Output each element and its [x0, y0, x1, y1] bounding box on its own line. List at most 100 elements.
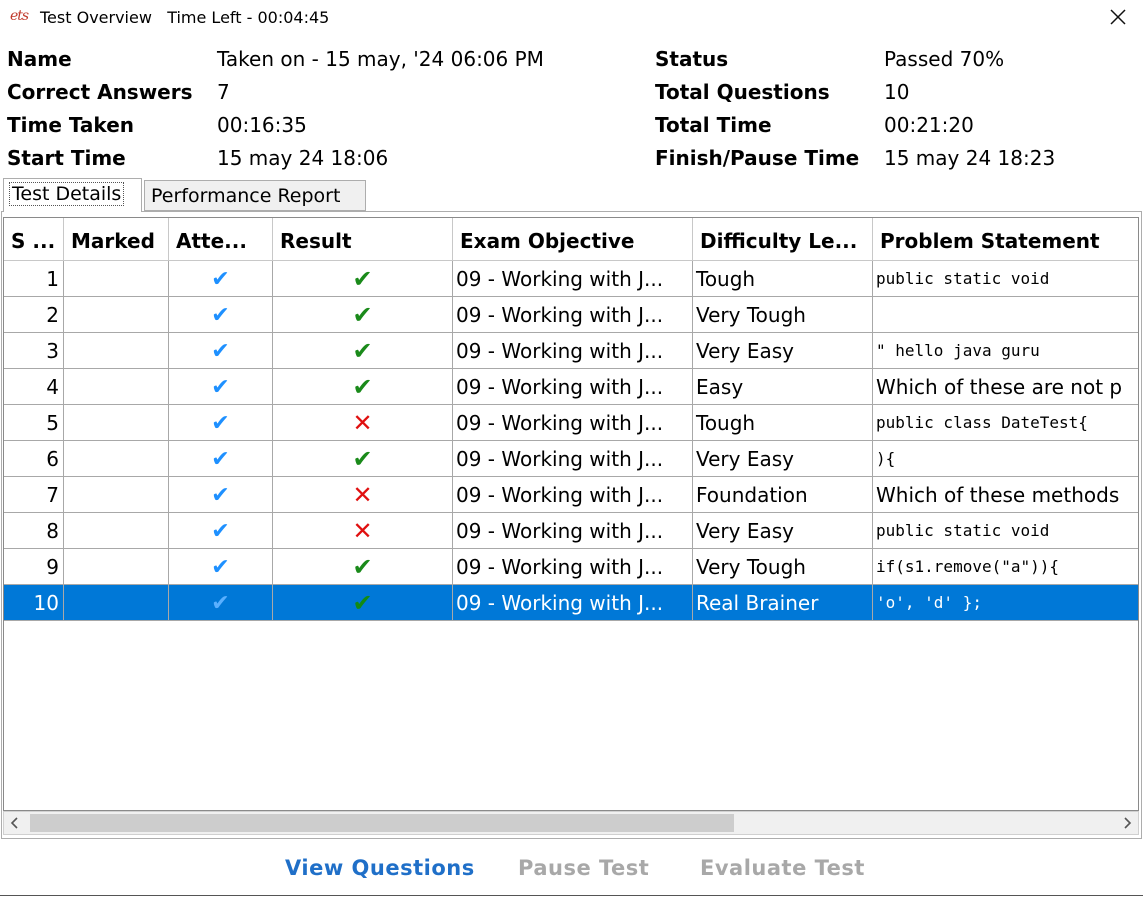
- tab-test-details[interactable]: Test Details: [3, 178, 142, 212]
- chevron-right-icon: [1124, 817, 1132, 829]
- cell-difficulty: Very Easy: [693, 333, 873, 369]
- green-check-icon: ✔: [352, 373, 373, 401]
- table-row[interactable]: 3 ✔ ✔ 09 - Working with J... Very Easy " hell…: [4, 333, 1138, 369]
- table-header: S ... Marked Atte... Result Exam Objecti…: [4, 218, 1138, 261]
- table-row[interactable]: 7 ✔ ✕ 09 - Working with J... Foundation Which…: [4, 477, 1138, 513]
- cell-marked: [64, 333, 169, 369]
- cell-attempted: ✔: [169, 261, 273, 297]
- cell-problem: [873, 297, 1138, 333]
- name-label: Name: [7, 47, 72, 71]
- tab-test-details-label: Test Details: [8, 182, 125, 206]
- horizontal-scrollbar[interactable]: [3, 811, 1139, 835]
- window-bottom-edge: [0, 895, 1143, 896]
- cell-difficulty: Very Tough: [693, 549, 873, 585]
- cell-problem: if(s1.remove("a")){: [873, 549, 1138, 585]
- table-row[interactable]: 8 ✔ ✕ 09 - Working with J... Very Easy publi…: [4, 513, 1138, 549]
- green-check-icon: ✔: [352, 301, 373, 329]
- table-row[interactable]: 6 ✔ ✔ 09 - Working with J... Very Easy){: [4, 441, 1138, 477]
- cell-difficulty: Tough: [693, 405, 873, 441]
- cell-objective: 09 - Working with J...: [453, 513, 693, 549]
- cell-objective: 09 - Working with J...: [453, 441, 693, 477]
- cell-difficulty: Real Brainer: [693, 585, 873, 621]
- cell-marked: [64, 297, 169, 333]
- cell-marked: [64, 549, 169, 585]
- cell-marked: [64, 261, 169, 297]
- red-cross-icon: ✕: [352, 517, 373, 545]
- cell-result: ✔: [273, 369, 453, 405]
- green-check-icon: ✔: [352, 445, 373, 473]
- cell-difficulty: Foundation: [693, 477, 873, 513]
- evaluate-test-button[interactable]: Evaluate Test: [700, 856, 865, 880]
- table-row[interactable]: 1 ✔ ✔ 09 - Working with J... Tough public sta…: [4, 261, 1138, 297]
- pause-test-button[interactable]: Pause Test: [518, 856, 649, 880]
- cell-problem: public class DateTest{: [873, 405, 1138, 441]
- close-icon: [1110, 9, 1126, 25]
- scroll-left-button[interactable]: [4, 812, 26, 834]
- cell-result: ✔: [273, 333, 453, 369]
- cell-attempted: ✔: [169, 333, 273, 369]
- cell-result: ✔: [273, 441, 453, 477]
- column-header-marked[interactable]: Marked: [64, 218, 169, 261]
- start-time-value: 15 may 24 18:06: [217, 146, 389, 170]
- table-row[interactable]: 5 ✔ ✕ 09 - Working with J... Tough public cla…: [4, 405, 1138, 441]
- time-left: Time Left - 00:04:45: [167, 8, 330, 27]
- cell-problem: public static void: [873, 261, 1138, 297]
- cell-marked: [64, 441, 169, 477]
- title-bar: ets Test Overview Time Left - 00:04:45: [0, 0, 1143, 38]
- cell-objective: 09 - Working with J...: [453, 477, 693, 513]
- app-logo: ets: [10, 8, 29, 24]
- cell-attempted: ✔: [169, 477, 273, 513]
- window-title-label: Test Overview: [40, 8, 152, 27]
- cell-objective: 09 - Working with J...: [453, 369, 693, 405]
- time-taken-label: Time Taken: [7, 113, 134, 137]
- cell-problem: Which of these are not p: [873, 369, 1138, 405]
- cell-serial: 6: [4, 441, 64, 477]
- status-label: Status: [655, 47, 729, 71]
- checkmark-icon: ✔: [211, 267, 230, 292]
- correct-answers-label: Correct Answers: [7, 80, 193, 104]
- checkmark-icon: ✔: [211, 555, 230, 580]
- cell-difficulty: Tough: [693, 261, 873, 297]
- cell-marked: [64, 477, 169, 513]
- cell-result: ✔: [273, 297, 453, 333]
- cell-result: ✔: [273, 549, 453, 585]
- red-cross-icon: ✕: [352, 409, 373, 437]
- cell-objective: 09 - Working with J...: [453, 585, 693, 621]
- checkmark-icon: ✔: [211, 303, 230, 328]
- cell-objective: 09 - Working with J...: [453, 261, 693, 297]
- checkmark-icon: ✔: [211, 591, 230, 616]
- cell-serial: 8: [4, 513, 64, 549]
- tab-performance-report-label: Performance Report: [151, 185, 341, 207]
- cell-problem: " hello java guru: [873, 333, 1138, 369]
- results-table: S ... Marked Atte... Result Exam Objecti…: [3, 217, 1139, 811]
- tab-performance-report[interactable]: Performance Report: [144, 180, 366, 211]
- column-header-attempted[interactable]: Atte...: [169, 218, 273, 261]
- cell-serial: 1: [4, 261, 64, 297]
- scroll-thumb[interactable]: [30, 814, 734, 832]
- cell-attempted: ✔: [169, 369, 273, 405]
- table-row[interactable]: 9 ✔ ✔ 09 - Working with J... Very Tough if(s1…: [4, 549, 1138, 585]
- view-questions-button[interactable]: View Questions: [285, 856, 475, 880]
- cell-marked: [64, 405, 169, 441]
- cell-serial: 3: [4, 333, 64, 369]
- cell-problem: Which of these methods: [873, 477, 1138, 513]
- green-check-icon: ✔: [352, 589, 373, 617]
- checkmark-icon: ✔: [211, 483, 230, 508]
- column-header-result[interactable]: Result: [273, 218, 453, 261]
- column-header-difficulty[interactable]: Difficulty Le...: [693, 218, 873, 261]
- cell-attempted: ✔: [169, 297, 273, 333]
- red-cross-icon: ✕: [352, 481, 373, 509]
- table-row[interactable]: 2 ✔ ✔ 09 - Working with J... Very Tough: [4, 297, 1138, 333]
- checkmark-icon: ✔: [211, 519, 230, 544]
- cell-objective: 09 - Working with J...: [453, 297, 693, 333]
- window-title: Test Overview Time Left - 00:04:45: [40, 8, 329, 27]
- cell-problem: 'o', 'd' };: [873, 585, 1138, 621]
- scroll-right-button[interactable]: [1116, 812, 1138, 834]
- column-header-objective[interactable]: Exam Objective: [453, 218, 693, 261]
- close-button[interactable]: [1105, 4, 1131, 30]
- cell-result: ✕: [273, 405, 453, 441]
- table-row[interactable]: 4 ✔ ✔ 09 - Working with J... Easy Which of th…: [4, 369, 1138, 405]
- column-header-serial[interactable]: S ...: [4, 218, 64, 261]
- column-header-problem[interactable]: Problem Statement: [873, 218, 1138, 261]
- table-row[interactable]: 10 ✔ ✔ 09 - Working with J... Real Brainer'o…: [4, 585, 1138, 621]
